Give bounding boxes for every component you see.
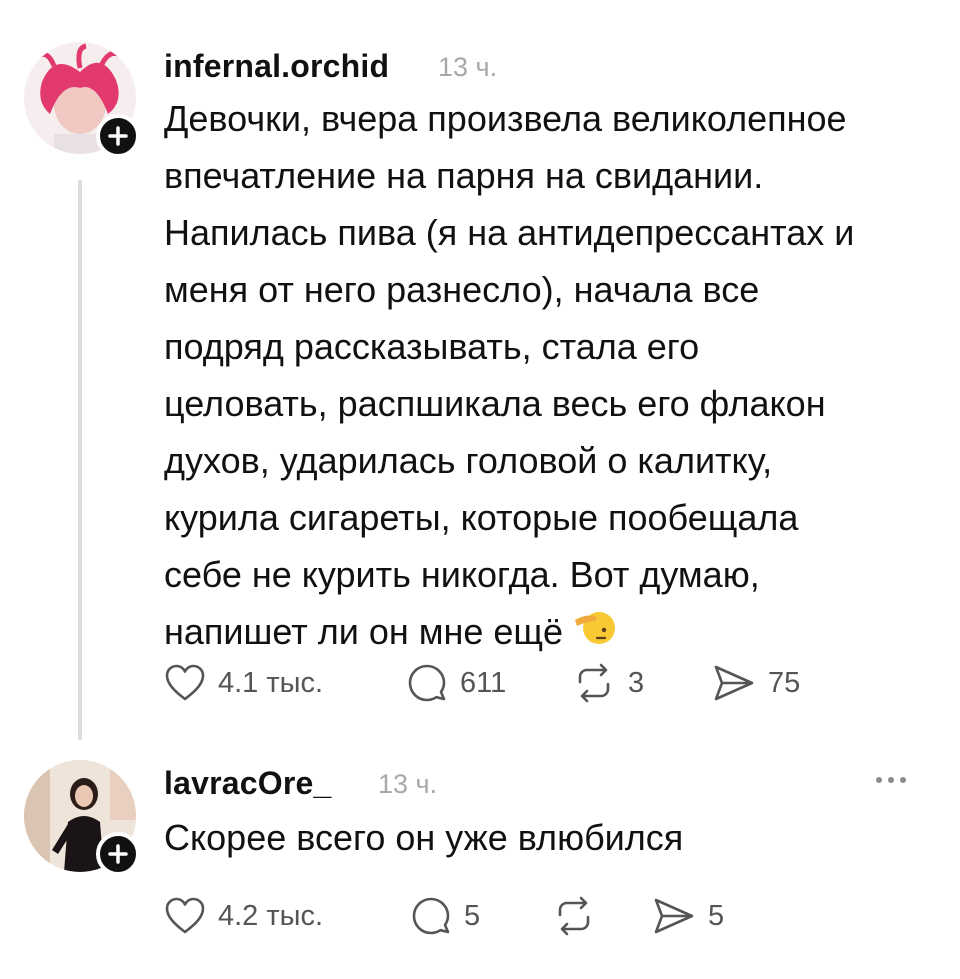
saluting-face-emoji	[569, 604, 617, 664]
follow-plus-icon[interactable]	[96, 114, 140, 158]
text-line: курила сигареты, которые пообещала	[164, 497, 799, 538]
post-text: Девочки, вчера произвела великолепное вп…	[164, 90, 944, 664]
repost-button[interactable]	[552, 891, 608, 941]
repost-button[interactable]: 3	[572, 658, 644, 708]
more-dots-icon	[876, 777, 882, 783]
comment-button[interactable]: 611	[406, 658, 506, 708]
text-line: духов, ударилась головой о калитку,	[164, 440, 773, 481]
send-icon	[714, 665, 754, 701]
send-icon	[654, 898, 694, 934]
text-line-content: напишет ли он мне ещё	[164, 611, 564, 652]
text-line: Девочки, вчера произвела великолепное	[164, 98, 847, 139]
share-count: 5	[708, 899, 725, 932]
text-line: впечатление на парня на свидании.	[164, 155, 764, 196]
post-actions: 4.2 тыс. 5 5	[164, 891, 864, 941]
more-dots-icon	[900, 777, 906, 783]
username[interactable]: lavracOre_	[164, 765, 331, 802]
comment-button[interactable]: 5	[410, 891, 480, 941]
more-options-button[interactable]	[876, 777, 906, 783]
post-reply: lavracOre_ 13 ч. Скорее всего он уже влю…	[0, 745, 960, 979]
share-button[interactable]: 5	[652, 891, 724, 941]
text-line: целовать, распшикала весь его флакон	[164, 383, 826, 424]
post-text: Скорее всего он уже влюбился	[164, 809, 944, 866]
like-button[interactable]: 4.1 тыс.	[164, 658, 323, 708]
post-main: infernal.orchid 13 ч. Девочки, вчера про…	[0, 0, 960, 745]
comment-bubble-icon	[412, 897, 450, 935]
like-count: 4.2 тыс.	[218, 899, 324, 932]
timestamp: 13 ч.	[378, 769, 438, 799]
timestamp: 13 ч.	[438, 52, 498, 82]
like-button[interactable]: 4.2 тыс.	[164, 891, 323, 941]
post-actions: 4.1 тыс. 611 3 75	[164, 658, 864, 708]
text-line: подряд рассказывать, стала его	[164, 326, 700, 367]
comment-count: 611	[460, 666, 507, 699]
comment-count: 5	[464, 899, 481, 932]
share-button[interactable]: 75	[712, 658, 800, 708]
heart-icon	[165, 897, 205, 934]
text-line: меня от него разнесло), начала все	[164, 269, 760, 310]
more-dots-icon	[888, 777, 894, 783]
repost-icon	[578, 663, 610, 703]
text-line: Напилась пива (я на антидепрессантах и	[164, 212, 855, 253]
heart-icon	[165, 664, 205, 701]
text-line: Скорее всего он уже влюбился	[164, 817, 684, 858]
follow-plus-icon[interactable]	[96, 832, 140, 876]
comment-bubble-icon	[408, 664, 446, 702]
share-count: 75	[768, 666, 801, 699]
username[interactable]: infernal.orchid	[164, 48, 389, 85]
text-line: напишет ли он мне ещё	[164, 603, 944, 664]
text-line: себе не курить никогда. Вот думаю,	[164, 554, 760, 595]
like-count: 4.1 тыс.	[218, 666, 324, 699]
repost-count: 3	[628, 666, 645, 699]
thread-line	[78, 180, 82, 740]
repost-icon	[558, 896, 590, 936]
